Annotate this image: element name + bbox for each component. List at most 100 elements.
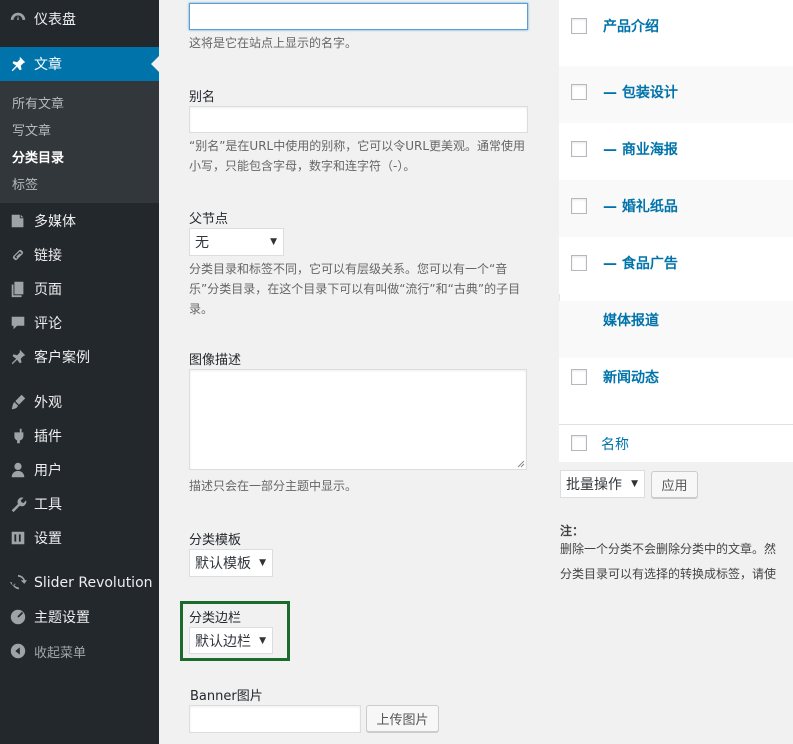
parent-description-line-3: 录。 (189, 302, 214, 316)
gauge-icon (8, 607, 28, 627)
sidebar-item-links[interactable]: 链接 (0, 238, 159, 272)
sidebar-item-appearance[interactable]: 外观 (0, 385, 159, 419)
collapse-menu-label: 收起菜单 (34, 645, 87, 661)
category-link[interactable]: — 婚礼纸品 (603, 196, 678, 216)
parent-description-line-1: 分类目录和标签不同，它可以有层级关系。您可以有一个“音 (189, 262, 508, 276)
sidebar-item-cases[interactable]: 客户案例 (0, 340, 159, 374)
sidebar-item-label: 页面 (34, 282, 62, 298)
slug-input[interactable] (189, 106, 528, 133)
pin-icon (8, 347, 28, 367)
note-title: 注： (560, 524, 585, 538)
category-link[interactable]: 产品介绍 (603, 16, 659, 36)
sidebar-item-label: 工具 (34, 497, 62, 513)
image-description-label: 图像描述 (189, 353, 242, 368)
sidebar-item-slider-revolution[interactable]: Slider Revolution (0, 566, 159, 600)
dropdown-arrow-icon: ▼ (259, 635, 266, 646)
bulk-action-value: 批量操作 (566, 477, 622, 493)
brush-icon (8, 392, 28, 412)
template-select-value: 默认模板 (195, 556, 251, 572)
parent-label: 父节点 (189, 212, 229, 227)
submenu-all-posts[interactable]: 所有文章 (12, 93, 64, 112)
sidebar-item-tools[interactable]: 工具 (0, 487, 159, 521)
pin-icon (8, 54, 28, 74)
submenu-categories[interactable]: 分类目录 (12, 147, 64, 166)
admin-sidebar: 所有文章 写文章 分类目录 标签 仪表盘 文章 多媒体 链接 页面 评论 客户案… (0, 0, 159, 744)
slug-description-line-2: 小写，只能包含字母，数字和连字符（-）。 (189, 159, 416, 173)
sidebar-item-label: Slider Revolution (34, 575, 153, 591)
media-icon (8, 211, 28, 231)
template-select[interactable]: 默认模板 ▼ (189, 549, 273, 577)
name-column-header[interactable]: 名称 (601, 434, 629, 454)
plugin-icon (8, 426, 28, 446)
collapse-icon (8, 641, 28, 661)
row-checkbox[interactable] (571, 141, 587, 157)
slug-description-line-1: “别名”是在URL中使用的别称，它可以令URL更美观。通常使用 (189, 139, 526, 153)
wrench-icon (8, 494, 28, 514)
resize-handle-icon[interactable] (517, 460, 525, 468)
template-label: 分类模板 (189, 533, 242, 548)
bulk-action-select[interactable]: 批量操作 ▼ (560, 470, 645, 498)
submenu-tags[interactable]: 标签 (12, 174, 38, 193)
dropdown-arrow-icon: ▼ (270, 237, 277, 247)
sidebar-item-pages[interactable]: 页面 (0, 272, 159, 306)
banner-url-input[interactable] (189, 705, 361, 733)
category-link[interactable]: 媒体报道 (603, 310, 659, 330)
submenu-new-post[interactable]: 写文章 (12, 120, 51, 139)
sidebar-item-label: 用户 (34, 463, 62, 479)
table-row (559, 358, 793, 424)
parent-select[interactable]: 无 ▼ (189, 228, 284, 256)
banner-label: Banner图片 (190, 689, 263, 704)
sidebar-item-posts[interactable]: 文章 (0, 47, 159, 81)
sidebar-item-label: 多媒体 (34, 214, 76, 230)
sidebar-item-users[interactable]: 用户 (0, 453, 159, 487)
sidebar-item-comments[interactable]: 评论 (0, 306, 159, 340)
row-checkbox[interactable] (571, 369, 587, 385)
table-footer (559, 424, 793, 462)
category-link[interactable]: — 商业海报 (603, 139, 678, 159)
slug-label: 别名 (189, 90, 216, 105)
sidebar-item-label: 客户案例 (34, 350, 90, 366)
select-all-checkbox[interactable] (571, 435, 587, 451)
posts-submenu: 所有文章 写文章 分类目录 标签 (0, 81, 159, 203)
row-checkbox[interactable] (571, 18, 587, 34)
sidebar-item-label: 设置 (34, 531, 62, 547)
row-checkbox[interactable] (571, 84, 587, 100)
table-row (559, 0, 793, 66)
parent-description-line-2: 乐”分类目录，在这个目录下可以有叫做“流行”和“古典”的子目 (189, 282, 521, 296)
comment-icon (8, 313, 28, 333)
name-description: 这将是它在站点上显示的名字。 (189, 36, 358, 50)
sidebar-item-media[interactable]: 多媒体 (0, 204, 159, 238)
refresh-icon (8, 573, 28, 593)
sidebar-item-dashboard[interactable]: 仪表盘 (0, 2, 159, 36)
sidebar-item-label: 仪表盘 (34, 12, 76, 28)
row-checkbox[interactable] (571, 255, 587, 271)
collapse-menu-button[interactable]: 收起菜单 (0, 634, 159, 668)
category-name-input[interactable] (189, 3, 528, 30)
sidebar-select-value: 默认边栏 (195, 633, 251, 650)
user-icon (8, 460, 28, 480)
description-textarea[interactable] (189, 369, 527, 470)
sidebar-item-label: 主题设置 (34, 610, 90, 626)
category-link[interactable]: — 食品广告 (603, 253, 678, 273)
sidebar-select[interactable]: 默认边栏 ▼ (189, 627, 273, 654)
sidebar-select-label: 分类边栏 (189, 611, 242, 626)
sidebar-item-plugins[interactable]: 插件 (0, 419, 159, 453)
category-link[interactable]: 新闻动态 (603, 367, 659, 387)
sidebar-item-settings[interactable]: 设置 (0, 521, 159, 555)
settings-icon (8, 528, 28, 548)
dropdown-arrow-icon: ▼ (631, 479, 638, 489)
apply-button[interactable]: 应用 (651, 471, 698, 498)
row-checkbox[interactable] (571, 198, 587, 214)
sidebar-item-label: 插件 (34, 429, 62, 445)
dashboard-icon (8, 9, 28, 29)
parent-select-value: 无 (195, 235, 209, 251)
sidebar-item-theme-settings[interactable]: 主题设置 (0, 600, 159, 634)
category-link[interactable]: — 包装设计 (603, 82, 678, 102)
page-icon (8, 279, 28, 299)
sidebar-item-label: 链接 (34, 248, 62, 264)
link-icon (8, 245, 28, 265)
dropdown-arrow-icon: ▼ (259, 558, 266, 568)
note-line-1: 删除一个分类不会删除分类中的文章。然 (560, 542, 777, 556)
upload-image-button[interactable]: 上传图片 (366, 705, 439, 732)
note-line-2: 分类目录可以有选择的转换成标签，请使 (560, 567, 777, 581)
